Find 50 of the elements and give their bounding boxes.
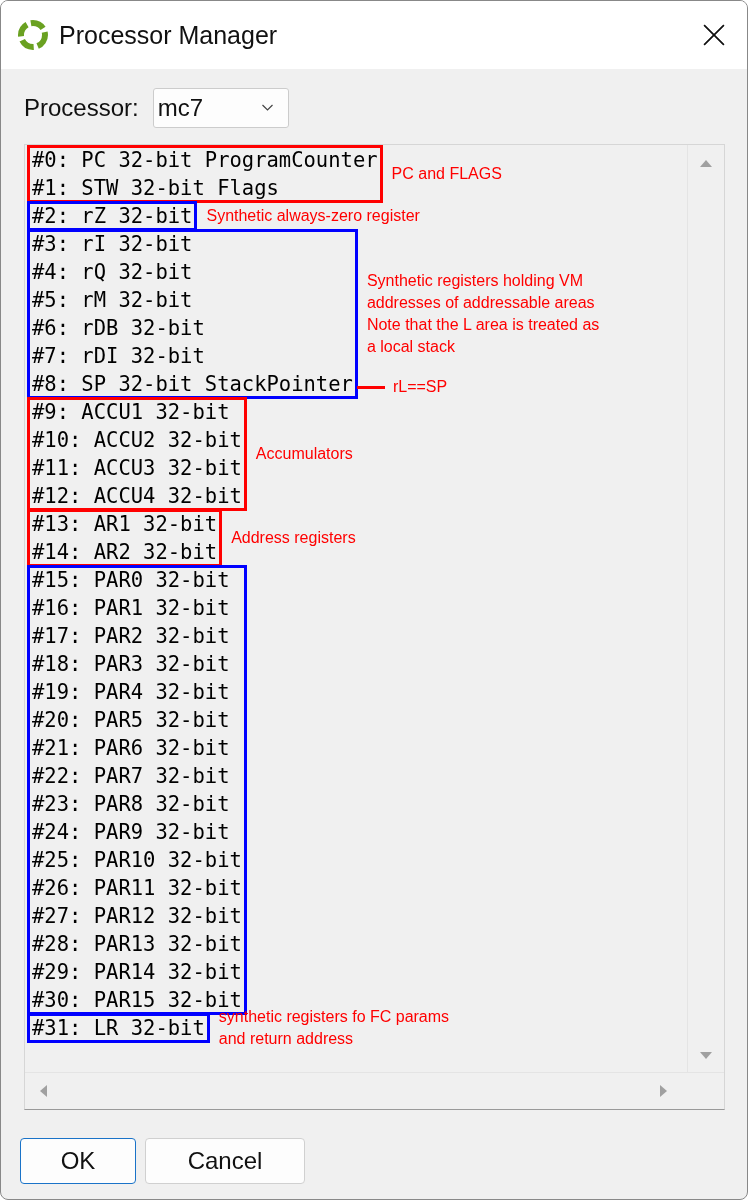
annotation-note: Address registers: [231, 528, 356, 548]
close-icon[interactable]: [703, 24, 725, 46]
leader-line: [356, 385, 385, 389]
register-row[interactable]: #2: rZ 32-bit: [32, 202, 193, 230]
window-title: Processor Manager: [59, 20, 279, 50]
processor-label: Processor:: [24, 94, 139, 122]
register-row[interactable]: #4: rQ 32-bit: [32, 258, 353, 286]
annotation-note: PC and FLAGS: [391, 164, 502, 184]
annotation-note: Accumulators: [255, 444, 353, 464]
register-row[interactable]: #8: SP 32-bit StackPointer: [32, 370, 353, 398]
annotation-note: rL==SP: [392, 378, 448, 396]
register-row[interactable]: #22: PAR7 32-bit: [32, 762, 242, 790]
register-row[interactable]: #19: PAR4 32-bit: [32, 678, 242, 706]
register-row[interactable]: #1: STW 32-bit Flags: [32, 174, 378, 202]
register-row[interactable]: #5: rM 32-bit: [32, 286, 353, 314]
register-row[interactable]: #17: PAR2 32-bit: [32, 622, 242, 650]
register-row[interactable]: #9: ACCU1 32-bit: [32, 398, 242, 426]
register-row[interactable]: #31: LR 32-bit: [32, 1014, 205, 1042]
scroll-left-icon[interactable]: [39, 1085, 47, 1097]
register-row[interactable]: #28: PAR13 32-bit: [32, 930, 242, 958]
scroll-up-icon[interactable]: [700, 159, 712, 167]
register-row[interactable]: #0: PC 32-bit ProgramCounter: [32, 146, 378, 174]
register-row[interactable]: #29: PAR14 32-bit: [32, 958, 242, 986]
register-row[interactable]: #14: AR2 32-bit: [32, 538, 218, 566]
register-row[interactable]: #20: PAR5 32-bit: [32, 706, 242, 734]
ok-button[interactable]: OK: [20, 1138, 136, 1184]
register-row[interactable]: #27: PAR12 32-bit: [32, 902, 242, 930]
chevron-down-icon: [260, 104, 274, 112]
register-row[interactable]: #12: ACCU4 32-bit: [32, 482, 242, 510]
register-row[interactable]: #13: AR1 32-bit: [32, 510, 218, 538]
scroll-right-icon[interactable]: [660, 1085, 668, 1097]
gear-logo-icon: [17, 19, 49, 51]
register-row[interactable]: #26: PAR11 32-bit: [32, 874, 242, 902]
register-row[interactable]: #6: rDB 32-bit: [32, 314, 353, 342]
scroll-down-icon[interactable]: [700, 1052, 712, 1060]
processor-dropdown[interactable]: mc7: [152, 88, 289, 128]
register-row[interactable]: #21: PAR6 32-bit: [32, 734, 242, 762]
register-row[interactable]: #10: ACCU2 32-bit: [32, 426, 242, 454]
annotation-note: Synthetic always-zero register: [206, 206, 420, 226]
register-row[interactable]: #3: rI 32-bit: [32, 230, 353, 258]
register-row[interactable]: #7: rDI 32-bit: [32, 342, 353, 370]
register-row[interactable]: #25: PAR10 32-bit: [32, 846, 242, 874]
register-row[interactable]: #16: PAR1 32-bit: [32, 594, 242, 622]
cancel-button[interactable]: Cancel: [145, 1138, 305, 1184]
register-row[interactable]: #18: PAR3 32-bit: [32, 650, 242, 678]
register-row[interactable]: #11: ACCU3 32-bit: [32, 454, 242, 482]
register-row[interactable]: #15: PAR0 32-bit: [32, 566, 242, 594]
register-row[interactable]: #23: PAR8 32-bit: [32, 790, 242, 818]
register-row[interactable]: #24: PAR9 32-bit: [32, 818, 242, 846]
annotation-note: Synthetic registers holding VM addresses of addressable areas Note that the L area is treated as a local stack: [366, 271, 600, 357]
